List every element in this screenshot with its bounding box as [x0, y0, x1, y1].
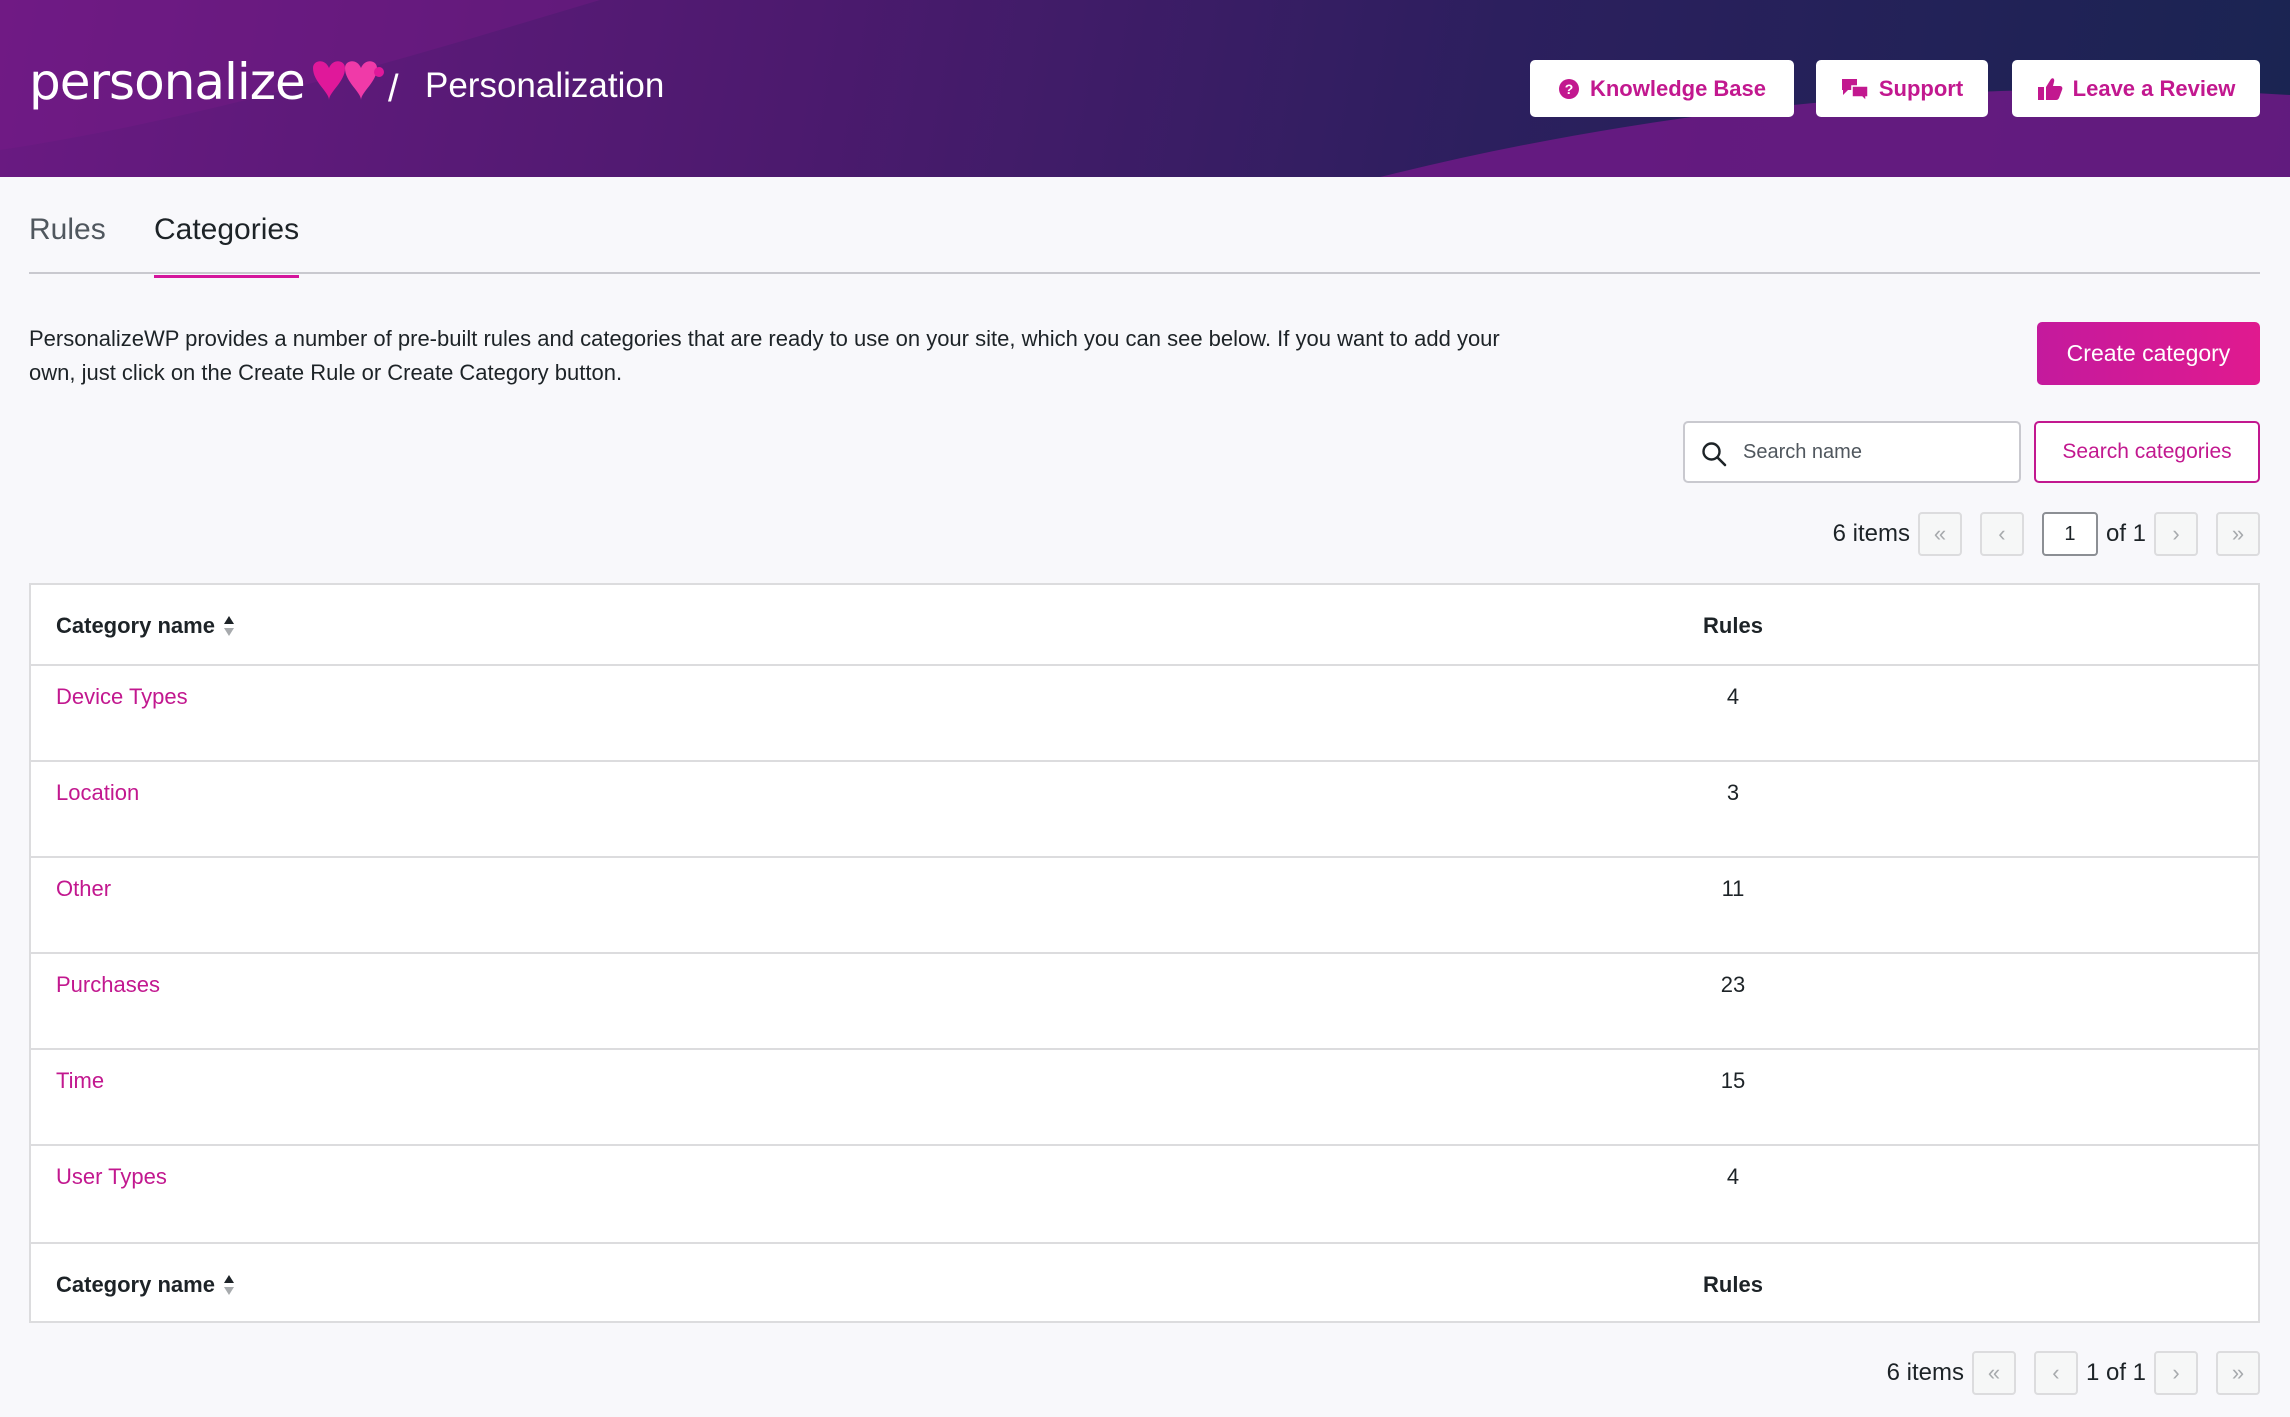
column-footer-category-name[interactable]: Category name	[56, 1272, 235, 1298]
page-indicator: 1 of 1	[2085, 1359, 2146, 1386]
table-header-row: Category name Rules	[31, 585, 2258, 666]
table-footer-row: Category name Rules	[31, 1242, 2258, 1322]
rules-count: 11	[1721, 876, 1745, 901]
search-icon	[1702, 442, 1727, 467]
svg-text:?: ?	[1565, 81, 1574, 97]
chat-bubbles-icon	[1841, 78, 1869, 101]
current-page-input[interactable]: 1	[2041, 512, 2098, 556]
knowledge-base-button[interactable]: ? Knowledge Base	[1530, 60, 1794, 117]
total-pages: of 1	[2105, 520, 2146, 547]
page-description: PersonalizeWP provides a number of pre-b…	[29, 326, 1500, 385]
category-link[interactable]: Location	[56, 780, 139, 806]
rules-count: 15	[1720, 1068, 1746, 1093]
prev-page-button[interactable]: ‹	[2033, 1351, 2078, 1395]
items-count: 6 items	[1886, 1359, 1964, 1386]
rules-count: 3	[1726, 780, 1740, 805]
prev-page-button[interactable]: ‹	[1979, 512, 2024, 556]
page-title: Personalization	[425, 66, 665, 105]
table-row: Location 3	[31, 762, 2258, 858]
table-row: Device Types 4	[31, 666, 2258, 762]
tab-rules[interactable]: Rules	[29, 215, 106, 275]
page-header: personalize / Personalization ? Knowledg…	[0, 0, 2290, 177]
rules-count: 4	[1726, 684, 1740, 709]
knowledge-base-label: Knowledge Base	[1589, 75, 1767, 101]
personalize-logo[interactable]: personalize	[29, 52, 385, 112]
column-header-category-name[interactable]: Category name	[56, 613, 235, 639]
search-input[interactable]	[1743, 437, 2003, 467]
table-row: Other 11	[31, 858, 2258, 954]
column-footer-label: Category name	[56, 1272, 215, 1297]
logo-heart-icon	[312, 61, 384, 100]
column-header-label: Category name	[56, 613, 215, 638]
breadcrumb-separator: /	[388, 68, 399, 110]
support-label: Support	[1878, 75, 1964, 101]
rules-count: 4	[1726, 1164, 1740, 1189]
column-header-rules: Rules	[1703, 613, 1763, 638]
last-page-button[interactable]: »	[2216, 1351, 2260, 1395]
next-page-button[interactable]: ›	[2154, 512, 2198, 556]
category-link[interactable]: Other	[56, 876, 111, 902]
tab-categories[interactable]: Categories	[154, 215, 300, 278]
leave-review-label: Leave a Review	[2072, 75, 2236, 101]
next-page-button[interactable]: ›	[2154, 1351, 2198, 1395]
last-page-button[interactable]: »	[2216, 512, 2260, 556]
sort-icon	[223, 616, 234, 636]
question-circle-icon: ?	[1558, 78, 1579, 99]
category-link[interactable]: User Types	[56, 1164, 167, 1190]
table-row: Purchases 23	[31, 954, 2258, 1050]
sort-icon	[223, 1275, 234, 1295]
first-page-button[interactable]: «	[1971, 1351, 2016, 1395]
table-row: Time 15	[31, 1050, 2258, 1146]
pagination-bottom: 6 items « ‹ 1 of 1 › »	[1887, 1351, 2260, 1395]
items-count: 6 items	[1832, 520, 1910, 547]
pagination-top: 6 items « ‹ 1 of 1 › »	[1833, 512, 2260, 556]
create-category-button[interactable]: Create category	[2037, 322, 2260, 385]
first-page-button[interactable]: «	[1917, 512, 1962, 556]
categories-table: Category name Rules Device Types 4 Locat…	[29, 583, 2260, 1323]
column-footer-rules: Rules	[1703, 1272, 1763, 1297]
search-categories-button[interactable]: Search categories	[2034, 421, 2260, 483]
tab-bar: Rules Categories	[29, 177, 2260, 278]
logo-text: personalize	[29, 53, 306, 111]
rules-count: 23	[1720, 972, 1746, 997]
category-link[interactable]: Purchases	[56, 972, 160, 998]
table-row: User Types 4	[31, 1146, 2258, 1242]
category-link[interactable]: Device Types	[56, 684, 188, 710]
category-link[interactable]: Time	[56, 1068, 104, 1094]
support-button[interactable]: Support	[1816, 60, 1988, 117]
thumbs-up-icon	[2037, 77, 2063, 100]
search-field[interactable]	[1683, 421, 2021, 483]
leave-review-button[interactable]: Leave a Review	[2012, 60, 2260, 117]
